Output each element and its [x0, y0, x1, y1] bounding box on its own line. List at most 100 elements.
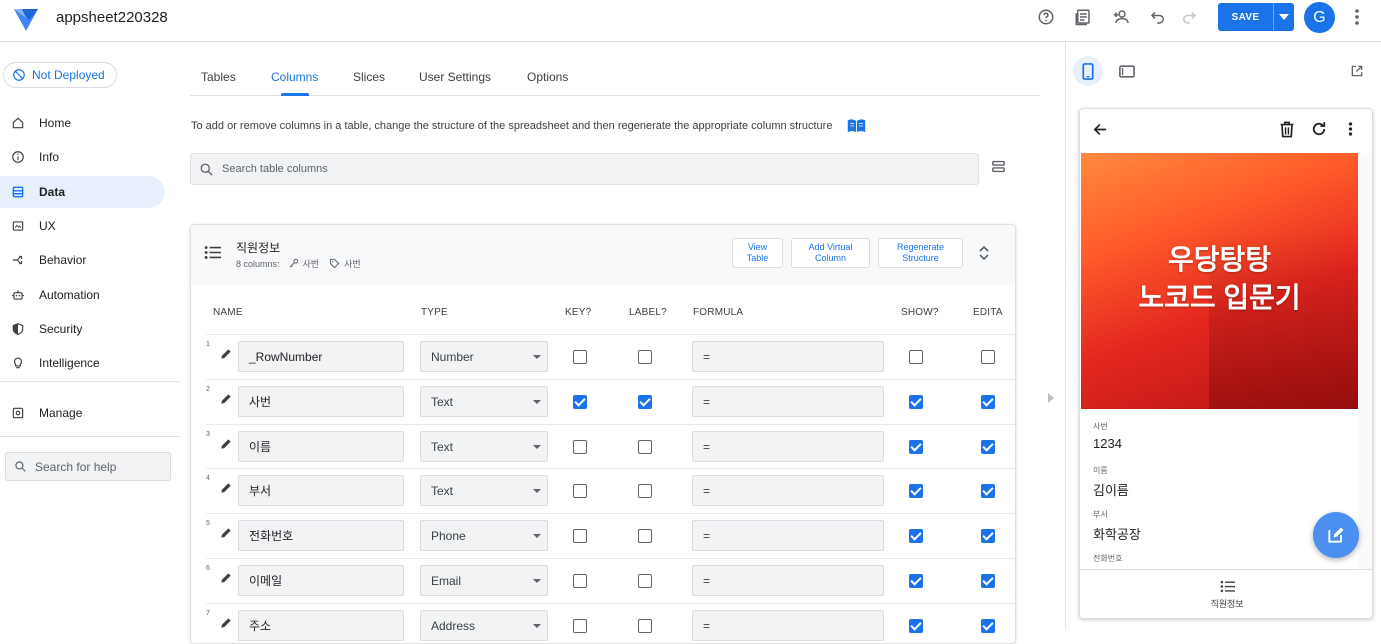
header-label[interactable]: LABEL?: [629, 307, 667, 318]
documentation-icon[interactable]: [1072, 6, 1094, 28]
collapse-preview-icon[interactable]: [1048, 393, 1054, 403]
column-name-input[interactable]: 주소: [238, 610, 404, 641]
add-virtual-column-button[interactable]: Add Virtual Column: [791, 238, 870, 268]
editable-checkbox[interactable]: [981, 350, 995, 364]
key-checkbox[interactable]: [573, 395, 587, 409]
key-checkbox[interactable]: [573, 574, 587, 588]
edit-pencil-icon[interactable]: [219, 571, 233, 585]
appsheet-logo-icon[interactable]: [12, 6, 40, 32]
show-checkbox[interactable]: [909, 574, 923, 588]
tab-columns[interactable]: Columns: [271, 70, 318, 84]
sidebar-item-manage[interactable]: Manage: [0, 397, 165, 429]
tab-user-settings[interactable]: User Settings: [419, 70, 491, 84]
editable-checkbox[interactable]: [981, 574, 995, 588]
column-name-input[interactable]: 전화번호: [238, 520, 404, 551]
sidebar-item-intelligence[interactable]: Intelligence: [0, 347, 165, 379]
column-type-select[interactable]: Text: [420, 431, 548, 462]
label-checkbox[interactable]: [638, 350, 652, 364]
column-name-input[interactable]: 부서: [238, 475, 404, 506]
header-formula[interactable]: FORMULA: [693, 307, 743, 318]
key-checkbox[interactable]: [573, 619, 587, 633]
open-book-icon[interactable]: [847, 118, 866, 134]
label-checkbox[interactable]: [638, 574, 652, 588]
header-type[interactable]: TYPE: [421, 307, 448, 318]
sidebar-item-data[interactable]: Data: [0, 176, 165, 208]
show-checkbox[interactable]: [909, 484, 923, 498]
back-arrow-icon[interactable]: [1092, 121, 1109, 138]
label-checkbox[interactable]: [638, 395, 652, 409]
redo-icon[interactable]: [1178, 6, 1200, 28]
preview-nav-item[interactable]: 직원정보: [1080, 569, 1372, 618]
more-vert-icon[interactable]: [1348, 121, 1353, 137]
column-type-select[interactable]: Text: [420, 386, 548, 417]
open-in-new-icon[interactable]: [1350, 64, 1364, 78]
editable-checkbox[interactable]: [981, 440, 995, 454]
show-checkbox[interactable]: [909, 395, 923, 409]
column-type-select[interactable]: Text: [420, 475, 548, 506]
edit-fab-button[interactable]: [1313, 512, 1359, 558]
column-type-select[interactable]: Number: [420, 341, 548, 372]
formula-input[interactable]: =: [692, 610, 884, 641]
column-type-select[interactable]: Email: [420, 565, 548, 596]
delete-icon[interactable]: [1279, 121, 1295, 138]
show-checkbox[interactable]: [909, 529, 923, 543]
header-show[interactable]: SHOW?: [901, 307, 939, 318]
header-name[interactable]: NAME: [213, 307, 243, 318]
label-checkbox[interactable]: [638, 484, 652, 498]
editable-checkbox[interactable]: [981, 529, 995, 543]
help-icon[interactable]: [1035, 6, 1057, 28]
edit-pencil-icon[interactable]: [219, 616, 233, 630]
key-checkbox[interactable]: [573, 350, 587, 364]
avatar[interactable]: G: [1304, 2, 1335, 33]
show-checkbox[interactable]: [909, 619, 923, 633]
edit-pencil-icon[interactable]: [219, 481, 233, 495]
tablet-preview-button[interactable]: [1112, 56, 1142, 86]
label-checkbox[interactable]: [638, 440, 652, 454]
editable-checkbox[interactable]: [981, 484, 995, 498]
show-checkbox[interactable]: [909, 350, 923, 364]
column-name-input[interactable]: _RowNumber: [238, 341, 404, 372]
undo-icon[interactable]: [1147, 6, 1169, 28]
more-vert-icon[interactable]: [1346, 6, 1368, 28]
column-type-select[interactable]: Phone: [420, 520, 548, 551]
sidebar-item-ux[interactable]: UX: [0, 210, 165, 242]
header-editable[interactable]: EDITA: [973, 307, 1003, 318]
mobile-preview-button[interactable]: [1073, 56, 1103, 86]
column-name-input[interactable]: 사번: [238, 386, 404, 417]
formula-input[interactable]: =: [692, 341, 884, 372]
label-checkbox[interactable]: [638, 619, 652, 633]
key-checkbox[interactable]: [573, 484, 587, 498]
add-user-icon[interactable]: [1111, 6, 1133, 28]
header-key[interactable]: KEY?: [565, 307, 591, 318]
formula-input[interactable]: =: [692, 386, 884, 417]
sidebar-item-home[interactable]: Home: [0, 107, 165, 139]
formula-input[interactable]: =: [692, 475, 884, 506]
save-options-dropdown[interactable]: [1273, 3, 1294, 31]
sidebar-item-automation[interactable]: Automation: [0, 279, 165, 311]
label-checkbox[interactable]: [638, 529, 652, 543]
key-checkbox[interactable]: [573, 440, 587, 454]
regenerate-structure-button[interactable]: Regenerate Structure: [878, 238, 963, 268]
column-name-input[interactable]: 이메일: [238, 565, 404, 596]
formula-input[interactable]: =: [692, 520, 884, 551]
edit-pencil-icon[interactable]: [219, 437, 233, 451]
view-table-button[interactable]: View Table: [732, 238, 783, 268]
column-search-input[interactable]: Search table columns: [190, 153, 979, 185]
sidebar-item-behavior[interactable]: Behavior: [0, 244, 165, 276]
tab-slices[interactable]: Slices: [353, 70, 385, 84]
key-checkbox[interactable]: [573, 529, 587, 543]
edit-pencil-icon[interactable]: [219, 526, 233, 540]
column-type-select[interactable]: Address: [420, 610, 548, 641]
preview-scrollbar[interactable]: [1358, 153, 1372, 569]
view-stream-icon[interactable]: [990, 158, 1007, 175]
edit-pencil-icon[interactable]: [219, 347, 233, 361]
sidebar-item-security[interactable]: Security: [0, 313, 165, 345]
expand-collapse-icon[interactable]: [979, 246, 989, 260]
save-button[interactable]: SAVE: [1218, 3, 1273, 31]
editable-checkbox[interactable]: [981, 619, 995, 633]
column-name-input[interactable]: 이름: [238, 431, 404, 462]
refresh-icon[interactable]: [1310, 120, 1328, 138]
formula-input[interactable]: =: [692, 431, 884, 462]
edit-pencil-icon[interactable]: [219, 392, 233, 406]
deploy-status-chip[interactable]: Not Deployed: [3, 62, 117, 88]
